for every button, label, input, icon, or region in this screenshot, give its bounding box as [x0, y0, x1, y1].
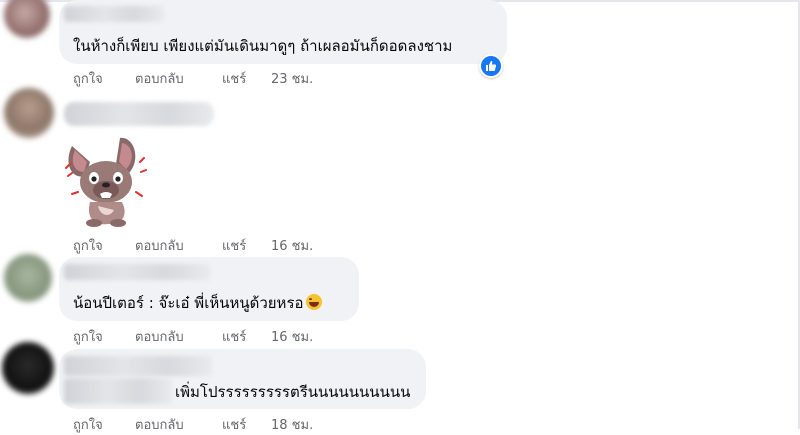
like-link[interactable]: ถูกใจ — [73, 68, 135, 89]
crying-dog-sticker[interactable] — [64, 132, 148, 228]
commenter-name-blurred-extra — [64, 378, 172, 404]
timestamp[interactable]: 16 ชม. — [271, 235, 313, 256]
commenter-avatar[interactable] — [2, 342, 54, 394]
share-link[interactable]: แชร์ — [222, 235, 271, 256]
like-link[interactable]: ถูกใจ — [73, 326, 135, 347]
comment-text: น้อนปีเตอร์ : จ๊ะเอ๋ พี่เห็นหนูด้วยหรอ — [73, 294, 322, 312]
comment-actions: ถูกใจ ตอบกลับ แชร์ 23 ชม. — [73, 68, 313, 89]
reply-link[interactable]: ตอบกลับ — [135, 235, 222, 256]
commenter-name-blurred[interactable] — [64, 6, 164, 22]
reply-link[interactable]: ตอบกลับ — [135, 68, 222, 89]
comment-actions: ถูกใจ ตอบกลับ แชร์ 18 ชม. — [73, 414, 313, 435]
laughing-emoji-icon — [305, 294, 322, 310]
commenter-avatar[interactable] — [4, 0, 50, 38]
timestamp[interactable]: 23 ชม. — [271, 68, 313, 89]
comment-text: ในห้างก็เพียบ เพียงแต่มันเดินมาดูๆ ถ้าเผ… — [73, 37, 453, 55]
comment-text-content: น้อนปีเตอร์ : จ๊ะเอ๋ พี่เห็นหนูด้วยหรอ — [73, 294, 304, 312]
commenter-name-blurred[interactable] — [64, 264, 210, 280]
comment-actions: ถูกใจ ตอบกลับ แชร์ 16 ชม. — [73, 326, 313, 347]
share-link[interactable]: แชร์ — [222, 326, 271, 347]
reply-link[interactable]: ตอบกลับ — [135, 414, 222, 435]
like-link[interactable]: ถูกใจ — [73, 235, 135, 256]
comment-text: เพิ่มโปรรรรรรรรรตรีนนนนนนนนนน — [175, 383, 411, 401]
comment-actions: ถูกใจ ตอบกลับ แชร์ 16 ชม. — [73, 235, 313, 256]
reply-link[interactable]: ตอบกลับ — [135, 326, 222, 347]
thumbs-up-icon[interactable] — [479, 54, 503, 78]
like-link[interactable]: ถูกใจ — [73, 414, 135, 435]
commenter-name-blurred[interactable] — [64, 102, 214, 126]
timestamp[interactable]: 18 ชม. — [271, 414, 313, 435]
commenter-name-blurred[interactable] — [64, 356, 212, 376]
commenter-avatar[interactable] — [4, 88, 54, 138]
commenter-avatar[interactable] — [4, 254, 52, 302]
timestamp[interactable]: 16 ชม. — [271, 326, 313, 347]
share-link[interactable]: แชร์ — [222, 414, 271, 435]
share-link[interactable]: แชร์ — [222, 68, 271, 89]
